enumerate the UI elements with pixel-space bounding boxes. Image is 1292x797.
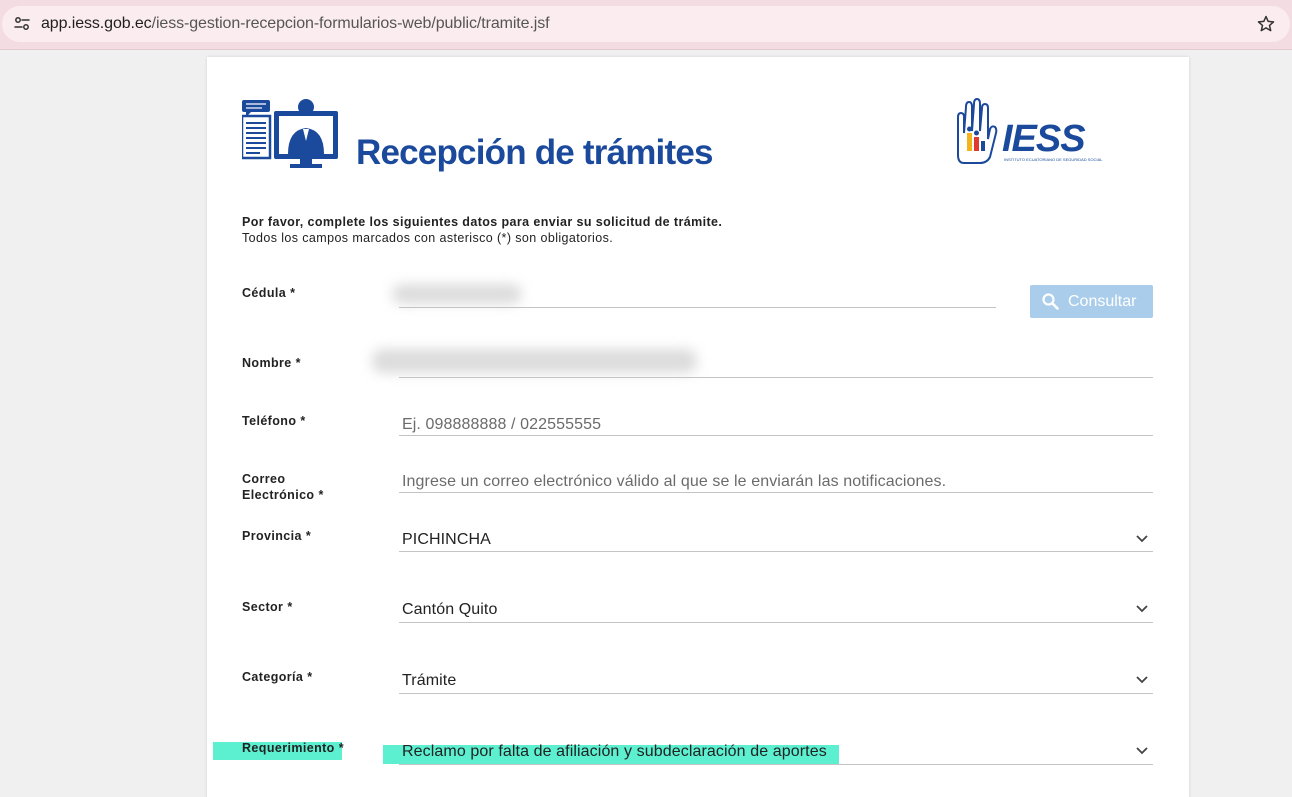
requerimiento-label-text: Requerimiento <box>242 741 335 755</box>
correo-label-line-1: Correo <box>242 472 286 486</box>
cedula-label-text: Cédula <box>242 286 287 300</box>
correo-label-line-2: Electrónico <box>242 488 315 502</box>
provincia-label-text: Provincia <box>242 529 302 543</box>
address-bar[interactable]: app.iess.gob.ec/iess-gestion-recepcion-f… <box>2 6 1290 42</box>
instructions-line-2: Todos los campos marcados con asterisco … <box>242 231 614 245</box>
cedula-label: Cédula * <box>242 285 295 301</box>
telefono-label: Teléfono * <box>242 413 306 429</box>
nombre-label: Nombre * <box>242 355 301 371</box>
chevron-down-icon[interactable] <box>1135 675 1149 685</box>
iess-logo-text: IESS <box>1002 118 1085 160</box>
star-icon[interactable] <box>1256 14 1276 34</box>
correo-underline <box>399 492 1153 493</box>
requerimiento-select[interactable]: Reclamo por falta de afiliación y subdec… <box>402 743 827 761</box>
categoria-select[interactable]: Trámite <box>402 672 456 690</box>
sector-label: Sector * <box>242 599 293 615</box>
url-domain: app.iess.gob.ec <box>41 15 152 32</box>
correo-input[interactable]: Ingrese un correo electrónico válido al … <box>402 473 946 491</box>
requerimiento-underline <box>399 764 1153 765</box>
iess-logo-subtext: INSTITUTO ECUATORIANO DE SEGURIDAD SOCIA… <box>1004 157 1103 162</box>
form-instructions: Por favor, complete los siguientes datos… <box>242 214 722 246</box>
browser-toolbar: app.iess.gob.ec/iess-gestion-recepcion-f… <box>0 0 1292 50</box>
cedula-input[interactable] <box>399 307 996 308</box>
nombre-input[interactable] <box>399 377 1153 378</box>
chevron-down-icon[interactable] <box>1135 746 1149 756</box>
consultar-label: Consultar <box>1068 292 1137 310</box>
nombre-value-redacted <box>372 349 697 373</box>
required-mark: * <box>305 529 312 543</box>
form-card: Recepción de trámites IESS INSTITUTO ECU… <box>207 57 1189 797</box>
sector-label-text: Sector <box>242 600 284 614</box>
url-path: /iess-gestion-recepcion-formularios-web/… <box>151 15 550 32</box>
provincia-select[interactable]: PICHINCHA <box>402 531 491 549</box>
reception-logo-icon <box>242 99 338 168</box>
telefono-input[interactable]: Ej. 098888888 / 022555555 <box>402 416 601 434</box>
required-mark: * <box>295 356 301 370</box>
categoria-underline <box>399 693 1153 694</box>
sector-select[interactable]: Cantón Quito <box>402 601 497 619</box>
telefono-label-text: Teléfono <box>242 414 297 428</box>
required-mark: * <box>290 286 296 300</box>
cedula-value-redacted <box>392 284 522 304</box>
requerimiento-label: Requerimiento * <box>242 740 344 756</box>
sector-underline <box>399 622 1153 623</box>
url-text[interactable]: app.iess.gob.ec/iess-gestion-recepcion-f… <box>41 15 550 33</box>
iess-logo: IESS INSTITUTO ECUATORIANO DE SEGURIDAD … <box>957 97 1103 164</box>
required-mark: * <box>287 600 293 614</box>
instructions-line-1: Por favor, complete los siguientes datos… <box>242 215 723 229</box>
categoria-label-text: Categoría <box>242 670 304 684</box>
site-info-icon[interactable] <box>13 15 31 33</box>
page-title: Recepción de trámites <box>356 133 713 172</box>
telefono-underline <box>399 435 1153 436</box>
provincia-underline <box>399 551 1153 552</box>
correo-label: Correo Electrónico * <box>242 471 324 503</box>
provincia-label: Provincia * <box>242 528 311 544</box>
required-mark: * <box>318 488 324 502</box>
chevron-down-icon[interactable] <box>1135 534 1149 544</box>
search-icon <box>1042 293 1059 310</box>
chevron-down-icon[interactable] <box>1135 604 1149 614</box>
required-mark: * <box>300 414 306 428</box>
required-mark: * <box>338 741 344 755</box>
consultar-button[interactable]: Consultar <box>1030 285 1153 318</box>
categoria-label: Categoría * <box>242 669 313 685</box>
nombre-label-text: Nombre <box>242 356 292 370</box>
required-mark: * <box>307 670 313 684</box>
